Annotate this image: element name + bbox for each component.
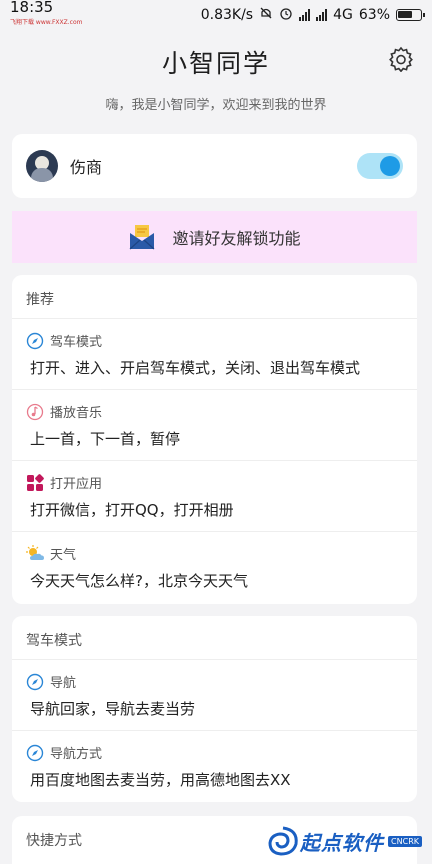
- mute-icon: [259, 6, 273, 24]
- item-description: 今天天气怎么样?，北京今天天气: [30, 572, 248, 590]
- signal-icon-2: [316, 9, 328, 21]
- item-label: 导航: [50, 676, 77, 691]
- invite-friends-banner[interactable]: 邀请好友解锁功能: [12, 211, 417, 263]
- item-label: 驾车模式: [50, 335, 103, 350]
- header: 小智同学: [0, 36, 432, 86]
- avatar[interactable]: [26, 150, 58, 182]
- list-item-navigation-method[interactable]: 导航方式 用百度地图去麦当劳，用高德地图去XX: [12, 731, 417, 802]
- section-title-recommend: 推荐: [12, 275, 417, 319]
- item-label: 打开应用: [50, 477, 103, 492]
- item-label: 导航方式: [50, 747, 103, 762]
- watermark-logo: 起点软件 CNCRK: [266, 826, 422, 856]
- item-description: 打开微信，打开QQ，打开相册: [30, 501, 234, 519]
- item-label: 天气: [50, 548, 77, 563]
- list-item-play-music[interactable]: 播放音乐 上一首，下一首，暂停: [12, 390, 417, 461]
- welcome-subtitle: 嗨，我是小智同学，欢迎来到我的世界: [105, 98, 327, 113]
- network-speed: 0.83K/s: [200, 7, 254, 23]
- music-note-icon: [26, 403, 44, 421]
- compass-icon: [26, 332, 44, 350]
- app-title: 小智同学: [161, 49, 270, 78]
- status-time: 18:35: [10, 0, 54, 16]
- assistant-toggle[interactable]: [357, 153, 403, 179]
- watermark-swirl-icon: [268, 826, 298, 856]
- list-item-open-app[interactable]: 打开应用 打开微信，打开QQ，打开相册: [12, 461, 417, 532]
- invite-label: 邀请好友解锁功能: [172, 229, 301, 248]
- battery-percent: 63%: [358, 7, 390, 23]
- drive-mode-card: 驾车模式 导航 导航回家，导航去麦当劳 导航方式 用百度地图去麦当劳，用高德地图…: [12, 616, 417, 802]
- compass-icon: [26, 673, 44, 691]
- item-description: 导航回家，导航去麦当劳: [30, 700, 196, 718]
- list-item-navigation[interactable]: 导航 导航回家，导航去麦当劳: [12, 660, 417, 731]
- watermark-text: 起点软件: [300, 830, 385, 855]
- network-type: 4G: [333, 7, 353, 23]
- recommend-card: 推荐 驾车模式 打开、进入、开启驾车模式，关闭、退出驾车模式 播放音乐 上一首，…: [12, 275, 417, 604]
- apps-icon: [26, 473, 44, 492]
- settings-gear-icon[interactable]: [388, 46, 414, 73]
- watermark-badge: CNCRK: [388, 835, 422, 847]
- username: 伤商: [70, 158, 103, 177]
- signal-icon: [299, 9, 311, 21]
- list-item-drive-mode[interactable]: 驾车模式 打开、进入、开启驾车模式，关闭、退出驾车模式: [12, 319, 417, 390]
- item-description: 上一首，下一首，暂停: [30, 430, 181, 448]
- item-description: 打开、进入、开启驾车模式，关闭、退出驾车模式: [30, 359, 361, 377]
- user-card[interactable]: 伤商: [12, 134, 417, 198]
- compass-icon: [26, 744, 44, 762]
- toggle-knob: [380, 156, 400, 176]
- status-site-label: 飞翔下载 www.FXXZ.com: [10, 19, 83, 26]
- section-title-drive-mode: 驾车模式: [12, 616, 417, 660]
- battery-icon: [396, 9, 425, 21]
- item-label: 播放音乐: [50, 406, 103, 421]
- status-bar: 18:35 飞翔下载 www.FXXZ.com 0.83K/s 4G 63%: [0, 0, 432, 30]
- envelope-icon: [128, 224, 156, 250]
- weather-icon: [26, 544, 44, 563]
- alarm-icon: [279, 6, 293, 24]
- list-item-weather[interactable]: 天气 今天天气怎么样?，北京今天天气: [12, 532, 417, 603]
- item-description: 用百度地图去麦当劳，用高德地图去XX: [30, 771, 291, 789]
